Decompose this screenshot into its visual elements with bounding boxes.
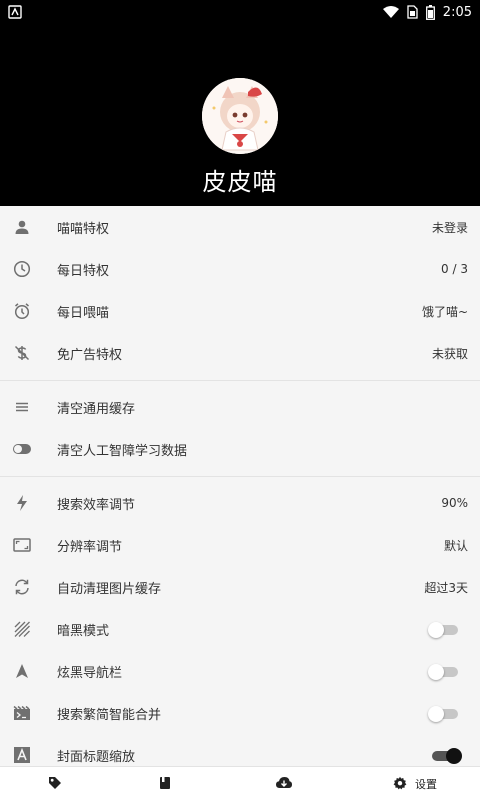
nav-download[interactable] [254, 767, 314, 801]
timer-icon [12, 301, 32, 321]
row-label: 炫黑导航栏 [57, 665, 123, 681]
row-clear-ai-data[interactable]: 清空人工智障学习数据 [0, 428, 480, 470]
row-value: 0 / 3 [441, 262, 468, 276]
toggle-icon [12, 439, 32, 459]
notification-icon [8, 4, 22, 19]
row-dark-mode[interactable]: 暗黑模式 [0, 608, 480, 650]
tag-icon [48, 776, 62, 793]
wifi-icon [382, 5, 399, 19]
flash-icon [12, 493, 32, 513]
status-time: 2:05 [442, 4, 472, 20]
row-label: 喵喵特权 [57, 221, 110, 237]
settings-list: 喵喵特权 未登录 每日特权 0 / 3 每日喂喵 饿了喵~ 免广告特权 未获取 … [0, 206, 480, 766]
row-label: 暗黑模式 [57, 623, 110, 639]
sync-icon [12, 577, 32, 597]
font-icon [12, 745, 32, 765]
row-label: 搜索效率调节 [57, 497, 136, 513]
row-daily-privilege[interactable]: 每日特权 0 / 3 [0, 248, 480, 290]
row-smart-merge[interactable]: 搜索繁简智能合并 [0, 692, 480, 734]
row-value: 90% [441, 496, 468, 510]
row-label: 免广告特权 [57, 347, 123, 363]
row-label: 搜索繁简智能合并 [57, 707, 162, 723]
sim-icon [407, 5, 418, 19]
username: 皮皮喵 [202, 168, 278, 196]
row-search-efficiency[interactable]: 搜索效率调节 90% [0, 482, 480, 524]
person-icon [12, 217, 32, 237]
row-label: 清空通用缓存 [57, 401, 136, 417]
row-auto-clear-cache[interactable]: 自动清理图片缓存 超过3天 [0, 566, 480, 608]
row-membership[interactable]: 喵喵特权 未登录 [0, 206, 480, 248]
nav-settings[interactable]: 设置 [375, 767, 455, 801]
stripes-icon [12, 619, 32, 639]
row-label: 封面标题缩放 [57, 749, 136, 765]
status-bar: 2:05 [0, 0, 480, 24]
row-value: 饿了喵~ [421, 304, 468, 319]
no-money-icon [12, 343, 32, 363]
nav-book[interactable] [135, 767, 195, 801]
row-resolution[interactable]: 分辨率调节 默认 [0, 524, 480, 566]
movie-icon [12, 703, 32, 723]
row-value: 默认 [443, 538, 468, 553]
profile-header: 皮皮喵 [0, 24, 480, 206]
avatar[interactable] [202, 78, 278, 154]
dark-navbar-toggle[interactable] [428, 664, 460, 680]
row-dark-navbar[interactable]: 炫黑导航栏 [0, 650, 480, 692]
row-value: 未登录 [431, 220, 468, 235]
row-clear-cache[interactable]: 清空通用缓存 [0, 386, 480, 428]
book-icon [159, 776, 171, 793]
clock-icon [12, 259, 32, 279]
cover-title-scale-toggle[interactable] [430, 748, 462, 764]
row-daily-feed[interactable]: 每日喂喵 饿了喵~ [0, 290, 480, 332]
smart-merge-toggle[interactable] [428, 706, 460, 722]
row-value: 未获取 [431, 346, 468, 361]
aspect-ratio-icon [12, 535, 32, 555]
cloud-download-icon [275, 776, 293, 792]
divider [0, 476, 480, 477]
gear-icon [393, 776, 407, 793]
battery-icon [425, 4, 435, 20]
row-label: 自动清理图片缓存 [57, 581, 162, 597]
row-label: 分辨率调节 [57, 539, 123, 555]
navigation-icon [12, 661, 32, 681]
nav-settings-label: 设置 [415, 778, 437, 791]
row-cover-title-scale[interactable]: 封面标题缩放 [0, 734, 480, 766]
lines-icon [12, 397, 32, 417]
row-value: 超过3天 [424, 580, 468, 595]
row-ad-free[interactable]: 免广告特权 未获取 [0, 332, 480, 374]
divider [0, 380, 480, 381]
dark-mode-toggle[interactable] [428, 622, 460, 638]
row-label: 每日喂喵 [57, 305, 110, 321]
row-label: 每日特权 [57, 263, 110, 279]
row-label: 清空人工智障学习数据 [57, 443, 188, 459]
nav-tag[interactable] [25, 767, 85, 801]
bottom-navigation: 设置 [0, 766, 480, 801]
